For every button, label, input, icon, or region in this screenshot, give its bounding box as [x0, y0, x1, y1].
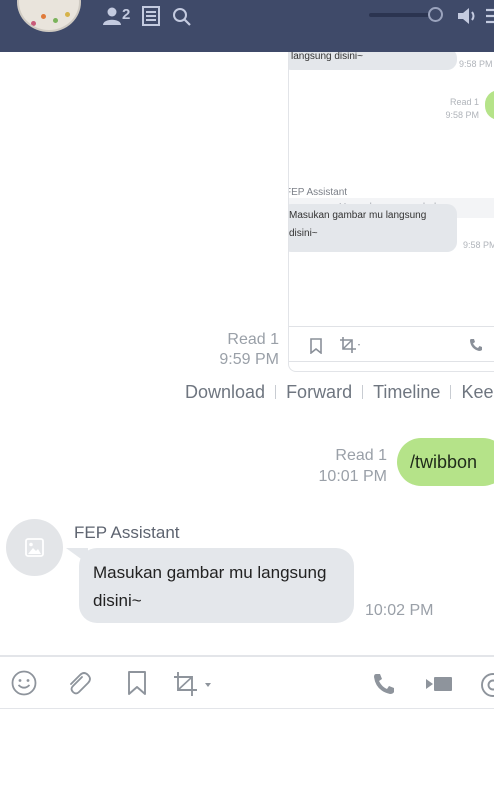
preview-read-label: Read 1	[449, 97, 479, 107]
forward-link[interactable]: Forward	[286, 382, 352, 403]
outgoing-read-label: Read 1	[335, 447, 387, 464]
image-actions: Download Forward Timeline Keep	[185, 381, 494, 403]
chat-window: 2 langsung disini~ 9:58 PM Read 1 9:58 P…	[0, 0, 494, 803]
preview-top-time: 9:58 PM	[459, 59, 493, 69]
timeline-link[interactable]: Timeline	[373, 382, 440, 403]
group-avatar[interactable]	[17, 0, 81, 32]
incoming-time: 10:02 PM	[365, 602, 434, 619]
preview-read-time: 9:58 PM	[445, 110, 479, 120]
preview-keep-icon	[310, 338, 322, 354]
member-icon[interactable]	[102, 6, 122, 26]
input-toolbar	[0, 655, 494, 709]
notes-icon[interactable]	[142, 6, 160, 26]
download-link[interactable]: Download	[185, 382, 265, 403]
keep-link[interactable]: Keep	[461, 382, 494, 403]
message-input[interactable]	[0, 710, 494, 803]
video-call-icon[interactable]	[425, 674, 453, 694]
incoming-message-bubble[interactable]: Masukan gambar mu langsung disini~	[79, 548, 354, 623]
preview-green-bubble	[485, 90, 494, 120]
outgoing-message-bubble[interactable]: /twibbon	[397, 438, 494, 486]
outgoing-message-text: /twibbon	[410, 452, 478, 472]
image-time: 9:59 PM	[219, 351, 279, 368]
incoming-message-text: Masukan gambar mu langsung disini~	[93, 563, 327, 610]
keep-icon[interactable]	[126, 670, 148, 696]
volume-slider-handle[interactable]	[428, 7, 443, 22]
preview-sender-name: FEP Assistant	[288, 187, 348, 198]
preview-call-icon	[470, 339, 482, 351]
screenshot-icon[interactable]	[172, 670, 216, 698]
sender-name: FEP Assistant	[74, 523, 180, 542]
divider	[450, 385, 452, 399]
divider	[275, 385, 277, 399]
preview-bubble-time: 9:58 PM	[463, 240, 494, 250]
outgoing-time: 10:01 PM	[318, 468, 387, 485]
preview-toolbar	[289, 326, 494, 362]
shared-image[interactable]: langsung disini~ 9:58 PM Read 1 9:58 PM …	[288, 52, 494, 372]
image-read-label: Read 1	[227, 331, 279, 348]
image-placeholder-icon	[25, 538, 44, 557]
preview-screenshot-icon	[340, 337, 360, 353]
chat-header: 2	[0, 0, 494, 52]
preview-bubble: Masukan gambar mu langsung disini~	[289, 204, 457, 252]
divider	[362, 385, 364, 399]
preview-top-bubble: langsung disini~	[289, 52, 457, 70]
emoji-icon[interactable]	[11, 670, 37, 696]
mention-icon[interactable]	[480, 672, 494, 698]
menu-icon[interactable]	[486, 7, 494, 25]
attach-icon[interactable]	[65, 670, 93, 698]
sender-avatar[interactable]	[6, 519, 63, 576]
search-icon[interactable]	[172, 7, 192, 27]
member-count[interactable]: 2	[122, 6, 130, 23]
call-icon[interactable]	[372, 672, 396, 696]
volume-icon[interactable]	[456, 6, 478, 26]
